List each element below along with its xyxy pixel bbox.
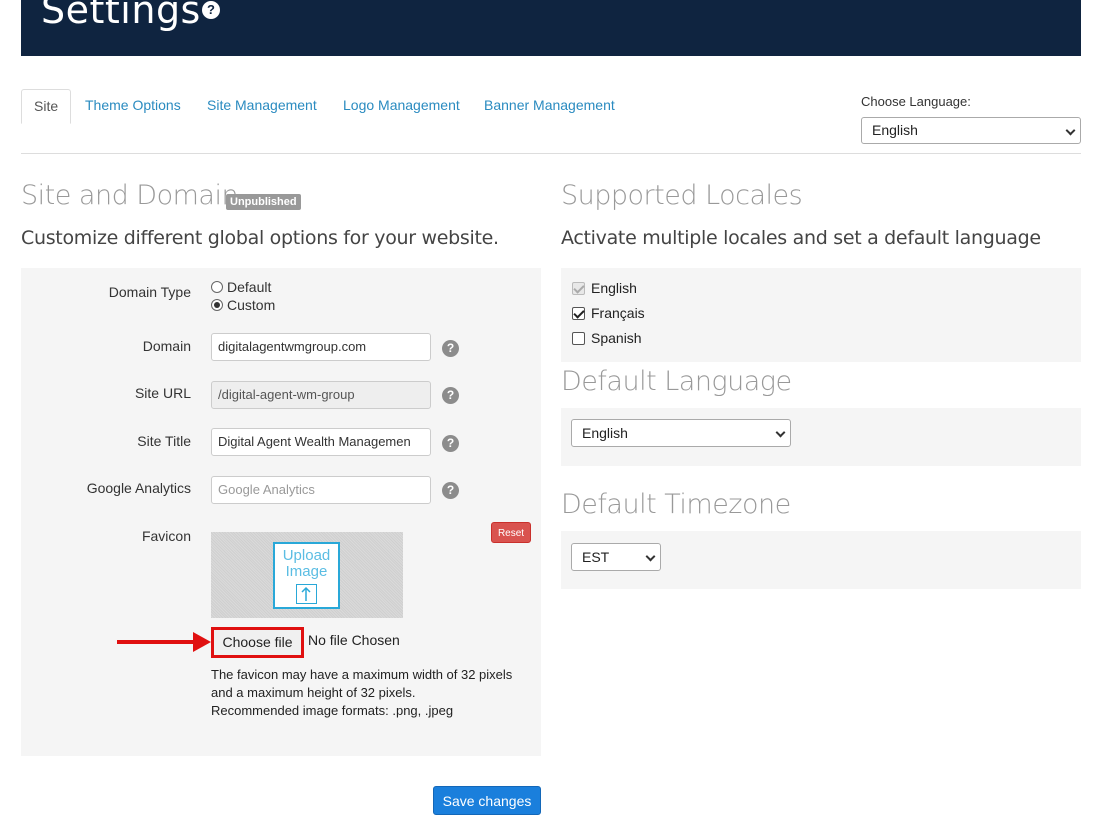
- page-title: Settings: [41, 0, 201, 32]
- red-arrow-head-icon: [193, 632, 211, 652]
- locale-spanish-row[interactable]: Spanish: [572, 330, 642, 346]
- locale-francais-checkbox[interactable]: [572, 307, 585, 320]
- site-title-help-icon[interactable]: ?: [442, 435, 459, 452]
- default-language-value: English: [582, 425, 628, 441]
- default-language-title: Default Language: [561, 366, 792, 397]
- locale-spanish-label: Spanish: [591, 330, 642, 346]
- site-url-label: Site URL: [134, 385, 191, 401]
- chevron-down-icon: [645, 551, 656, 562]
- supported-locales-title: Supported Locales: [561, 180, 803, 211]
- help-icon[interactable]: ?: [202, 1, 220, 19]
- locale-spanish-checkbox[interactable]: [572, 332, 585, 345]
- locale-english-label: English: [591, 280, 637, 296]
- radio-custom-label: Custom: [227, 297, 276, 313]
- choose-file-button[interactable]: Choose file: [211, 627, 304, 658]
- default-timezone-value: EST: [582, 549, 610, 565]
- locale-english-checkbox: [572, 282, 585, 295]
- choose-language-select[interactable]: English: [861, 117, 1081, 144]
- site-domain-title: Site and Domain: [21, 180, 239, 211]
- choose-language-value: English: [872, 122, 918, 138]
- favicon-help-line-2: and a maximum height of 32 pixels.: [211, 685, 416, 700]
- favicon-help-line-1: The favicon may have a maximum width of …: [211, 667, 513, 682]
- tab-banner-management[interactable]: Banner Management: [484, 89, 615, 124]
- default-timezone-select[interactable]: EST: [571, 543, 661, 571]
- site-title-label: Site Title: [137, 433, 191, 449]
- chevron-down-icon: [1065, 125, 1076, 136]
- status-badge: Unpublished: [226, 194, 301, 210]
- tab-site[interactable]: Site: [21, 89, 72, 124]
- chevron-down-icon: [775, 427, 786, 438]
- default-language-select[interactable]: English: [571, 419, 791, 447]
- domain-type-label: Domain Type: [108, 284, 191, 300]
- supported-locales-subtitle: Activate multiple locales and set a defa…: [561, 227, 1041, 249]
- domain-input[interactable]: digitalagentwmgroup.com: [211, 333, 431, 361]
- reset-button[interactable]: Reset: [491, 522, 531, 543]
- google-analytics-help-icon[interactable]: ?: [442, 482, 459, 499]
- locale-english-row: English: [572, 280, 637, 296]
- red-arrow-icon: [117, 640, 195, 644]
- locale-francais-row[interactable]: Français: [572, 305, 645, 321]
- upload-arrow-icon: [296, 584, 317, 604]
- favicon-help-text: The favicon may have a maximum width of …: [211, 666, 531, 720]
- favicon-help-line-3: Recommended image formats: .png, .jpeg: [211, 703, 454, 718]
- upload-line-1: Upload: [282, 547, 331, 564]
- locale-francais-label: Français: [591, 305, 645, 321]
- page-header: Settings ?: [21, 0, 1081, 56]
- domain-type-custom-option[interactable]: Custom: [211, 297, 275, 313]
- radio-default-label: Default: [227, 279, 272, 295]
- tabs-divider: [21, 153, 1081, 154]
- site-domain-subtitle: Customize different global options for y…: [21, 227, 499, 249]
- google-analytics-input[interactable]: Google Analytics: [211, 476, 431, 504]
- domain-type-default-option[interactable]: Default: [211, 279, 271, 295]
- site-url-input: /digital-agent-wm-group: [211, 381, 431, 409]
- google-analytics-label: Google Analytics: [86, 480, 191, 496]
- radio-custom[interactable]: [211, 299, 223, 311]
- tab-logo-management[interactable]: Logo Management: [343, 89, 460, 124]
- tab-site-management[interactable]: Site Management: [207, 89, 317, 124]
- choose-language-label: Choose Language:: [861, 94, 971, 109]
- tab-theme-options[interactable]: Theme Options: [85, 89, 181, 124]
- site-url-help-icon[interactable]: ?: [442, 387, 459, 404]
- favicon-label: Favicon: [141, 528, 191, 544]
- upload-line-2: Image: [285, 563, 328, 580]
- site-title-input[interactable]: Digital Agent Wealth Managemen: [211, 428, 431, 456]
- default-timezone-title: Default Timezone: [561, 489, 791, 520]
- domain-label: Domain: [142, 338, 191, 354]
- no-file-text: No file Chosen: [308, 632, 400, 648]
- save-changes-button[interactable]: Save changes: [433, 786, 541, 815]
- upload-image-tile[interactable]: Upload Image: [273, 542, 340, 609]
- domain-help-icon[interactable]: ?: [442, 340, 459, 357]
- radio-default[interactable]: [211, 281, 223, 293]
- favicon-preview[interactable]: Upload Image: [211, 532, 403, 618]
